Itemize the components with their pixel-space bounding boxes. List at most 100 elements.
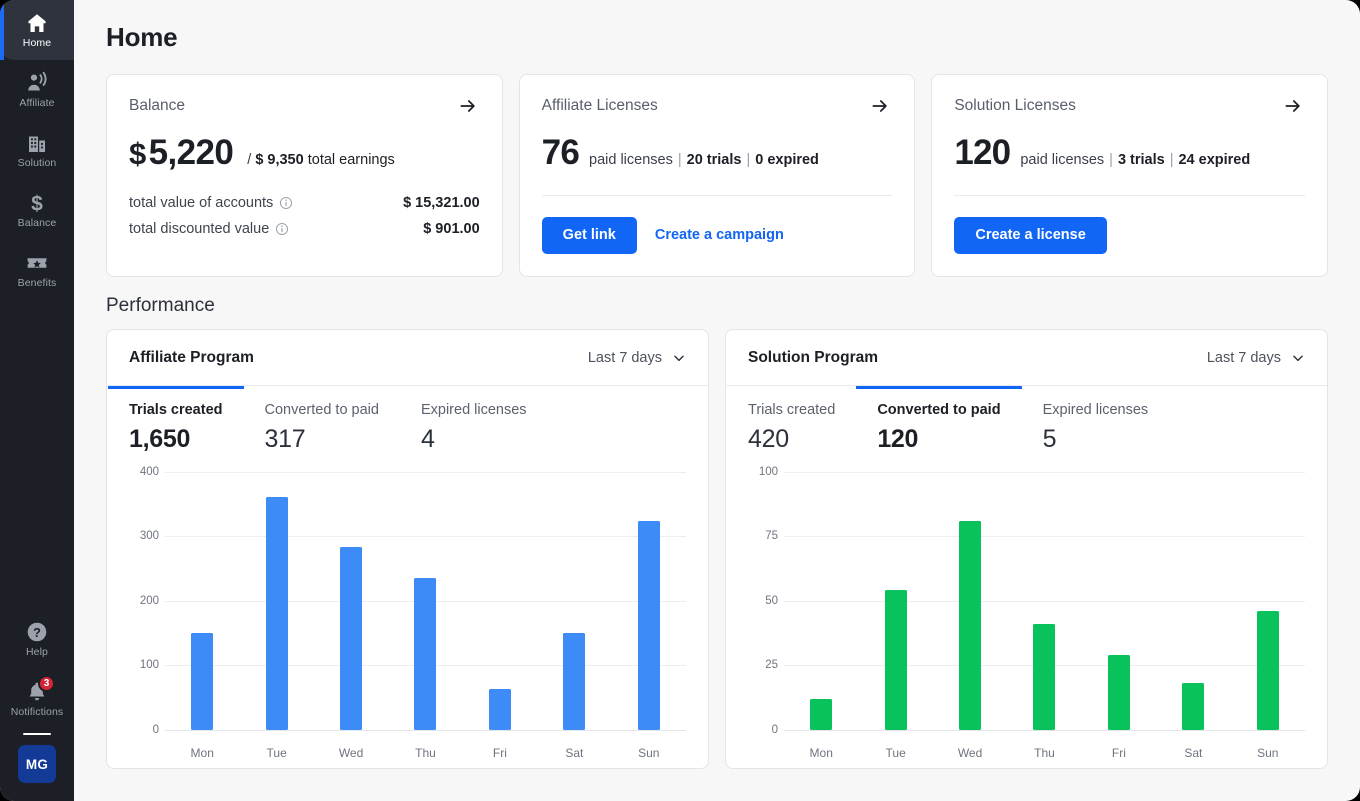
sidebar-item-benefits[interactable]: Benefits [0,240,74,300]
sidebar-divider [23,733,51,735]
balance-detail-text: total discounted value [129,221,270,237]
bar[interactable] [340,546,363,730]
date-range-selector[interactable]: Last 7 days [588,350,686,366]
x-axis-labels: Mon Tue Wed Thu Fri Sat Sun [784,746,1305,760]
bars-group [784,472,1305,730]
panel-header: Affiliate Program Last 7 days [107,330,708,386]
solution-licenses-stats: 120 paid licenses | 3 trials | 24 expired [954,133,1306,196]
bar[interactable] [959,520,982,730]
avatar[interactable]: MG [18,745,56,783]
chevron-down-icon [1291,351,1305,365]
x-axis-tick: Fri [1111,745,1126,760]
bar-slot [165,472,239,730]
help-icon: ? [25,620,49,644]
sidebar-item-label: Home [22,37,52,50]
solution-paid-count: 120 [954,133,1011,172]
svg-text:$: $ [31,193,43,216]
bar-slot [933,472,1007,730]
affiliate-licenses-title: Affiliate Licenses [541,97,658,114]
tab-label: Expired licenses [1042,401,1149,418]
tab-value: 4 [420,424,435,453]
balance-amount-row: $5,220 / $ 9,350 total earnings [129,133,480,173]
solution-paid-label: paid licenses [1020,152,1105,168]
app-window: Home Affiliate Solution $ Balance Benefits ? H… [0,0,1360,801]
bar-slot [463,472,537,730]
affiliate-icon [25,71,49,95]
bar-slot [1082,472,1156,730]
bar[interactable] [488,688,511,730]
bar[interactable] [563,632,586,730]
tab-value: 5 [1042,424,1057,453]
metric-tabs: Trials created 420 Converted to paid 120 Exp… [726,385,1327,454]
info-icon[interactable] [279,196,293,210]
bar-slot [1231,472,1305,730]
sidebar-item-balance[interactable]: $ Balance [0,180,74,240]
tab-converted-to-paid[interactable]: Converted to paid 120 [856,385,1022,454]
bar[interactable] [191,632,214,730]
ticket-star-icon [25,251,49,275]
tab-trials-created[interactable]: Trials created 1,650 [108,385,243,454]
balance-value: 5,220 [148,133,234,172]
sidebar: Home Affiliate Solution $ Balance Benefits ? H… [0,0,74,801]
panel-title: Affiliate Program [129,348,254,366]
bar-slot [537,472,611,730]
affiliate-licenses-stats: 76 paid licenses | 20 trials | 0 expired [541,133,893,196]
x-axis-tick: Wed [338,745,364,760]
arrow-right-icon[interactable] [866,95,892,117]
bar[interactable] [884,590,907,730]
create-a-campaign-button[interactable]: Create a campaign [655,227,784,243]
separator: | [1109,152,1113,168]
balance-detail-label: total discounted value [129,221,289,237]
get-link-button[interactable]: Get link [541,217,637,254]
bar[interactable] [1256,610,1279,730]
tab-trials-created[interactable]: Trials created 420 [748,386,835,454]
bar-slot [1156,472,1230,730]
tab-label: Trials created [748,401,836,418]
balance-card-header: Balance [129,95,480,117]
info-icon[interactable] [275,222,289,236]
sidebar-item-label: Affiliate [19,97,55,110]
home-icon [25,11,49,35]
create-a-license-button[interactable]: Create a license [954,217,1107,254]
sidebar-item-solution[interactable]: Solution [0,120,74,180]
arrow-right-icon[interactable] [1279,95,1305,117]
affiliate-expired: 0 expired [755,152,819,168]
bar[interactable] [637,521,660,730]
bar[interactable] [1182,683,1205,730]
balance-detail-row: total value of accounts $ 15,321.00 [129,195,480,211]
bar[interactable] [810,698,833,730]
tab-value: 317 [264,424,306,453]
balance-sub-label: total earnings [307,152,395,168]
separator: | [677,152,682,168]
separator: | [1169,152,1174,168]
grid-line [165,729,686,731]
tab-converted-to-paid[interactable]: Converted to paid 317 [265,386,379,454]
bars-group [165,472,686,730]
arrow-right-icon[interactable] [454,95,480,117]
tab-value: 420 [748,424,789,453]
tab-expired-licenses[interactable]: Expired licenses 4 [421,386,527,454]
grid-line [784,729,1305,731]
sidebar-item-notifictions[interactable]: 3 Notifictions [0,669,74,729]
tab-expired-licenses[interactable]: Expired licenses 5 [1043,386,1149,454]
sidebar-item-label: Balance [17,217,57,230]
y-axis-tick: 25 [765,659,778,671]
chart-area: 0 25 50 75 100 Mon Tue Wed Thu Fri Sat Sun [726,454,1327,768]
bar[interactable] [1033,623,1056,730]
date-range-selector[interactable]: Last 7 days [1207,350,1305,366]
sidebar-item-home[interactable]: Home [0,0,74,60]
solution-licenses-title: Solution Licenses [954,97,1076,114]
bar[interactable] [1107,654,1130,730]
tab-label: Converted to paid [877,401,1001,418]
performance-heading: Performance [106,294,215,316]
bar[interactable] [414,577,437,730]
sidebar-item-affiliate[interactable]: Affiliate [0,60,74,120]
x-axis-tick: Mon [809,745,833,760]
bar[interactable] [265,497,288,730]
sidebar-item-help[interactable]: ? Help [0,609,74,669]
summary-cards-row: Balance $5,220 / $ 9,350 total earnings … [106,74,1329,277]
solution-licenses-header: Solution Licenses [954,95,1305,117]
balance-currency: $ [129,136,146,171]
date-range-label: Last 7 days [1206,349,1281,366]
